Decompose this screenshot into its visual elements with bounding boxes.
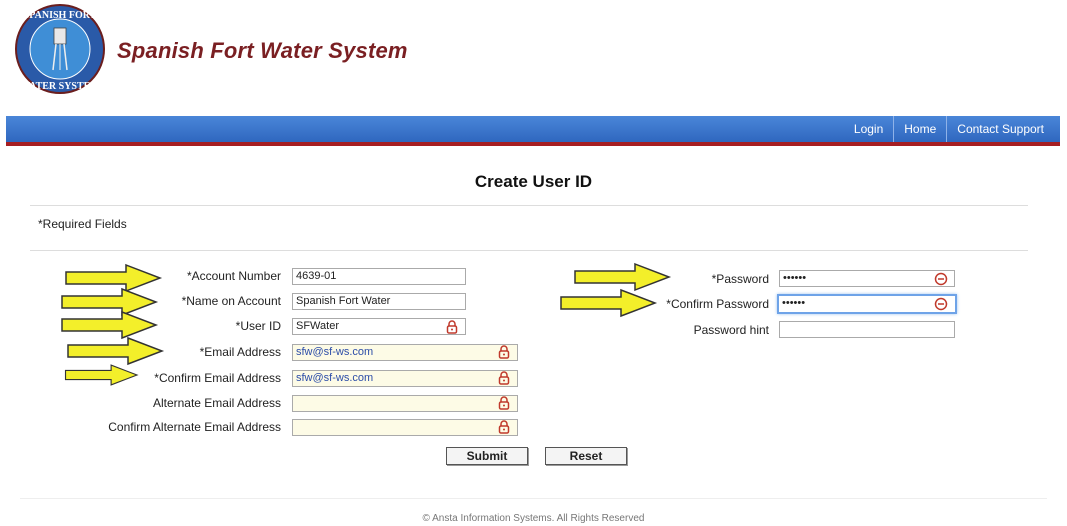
top-nav-bar: Login Home Contact Support: [6, 116, 1060, 146]
password-label: *Password: [711, 272, 769, 286]
name-on-account-label: *Name on Account: [181, 294, 281, 308]
account-number-label: *Account Number: [186, 269, 281, 283]
spanish-fort-logo: SPANISH FORT WATER SYSTEM: [15, 4, 105, 94]
alternate-email-input[interactable]: [292, 395, 518, 412]
nav-login-link[interactable]: Login: [844, 116, 893, 142]
confirm-email-input[interactable]: sfw@sf-ws.com: [292, 370, 518, 387]
divider: [30, 250, 1028, 251]
nav-home-link[interactable]: Home: [893, 116, 946, 142]
footer-copyright: © Ansta Information Systems. All Rights …: [422, 513, 645, 524]
confirm-alternate-email-input[interactable]: [292, 419, 518, 436]
submit-button[interactable]: Submit: [446, 447, 528, 465]
confirm-email-label: *Confirm Email Address: [154, 371, 281, 385]
password-key-icon: [934, 272, 948, 286]
password-hint-input[interactable]: [779, 321, 955, 338]
lock-icon: [498, 396, 510, 410]
page-title: Create User ID: [474, 172, 593, 191]
user-id-input[interactable]: SFWater: [292, 318, 466, 335]
lock-icon: [498, 345, 510, 359]
name-on-account-input[interactable]: Spanish Fort Water: [292, 293, 466, 310]
footer-divider: [20, 498, 1047, 499]
lock-icon: [498, 420, 510, 434]
confirm-password-label: *Confirm Password: [666, 297, 769, 311]
site-title: Spanish Fort Water System: [117, 38, 408, 63]
logo-text-top: SPANISH FORT: [24, 10, 97, 21]
alternate-email-label: Alternate Email Address: [152, 396, 281, 410]
user-id-label: *User ID: [235, 319, 281, 333]
confirm-password-input[interactable]: ••••••: [777, 294, 957, 314]
lock-icon: [446, 320, 458, 334]
yellow-arrow-icon: [560, 288, 658, 318]
email-address-input[interactable]: sfw@sf-ws.com: [292, 344, 518, 361]
account-number-input[interactable]: 4639-01: [292, 268, 466, 285]
required-fields-note: *Required Fields: [38, 217, 127, 231]
logo-text-bottom: WATER SYSTEM: [20, 81, 100, 92]
email-address-label: *Email Address: [199, 345, 281, 359]
reset-button[interactable]: Reset: [545, 447, 627, 465]
confirm-alternate-email-label: Confirm Alternate Email Address: [108, 420, 281, 434]
divider: [30, 205, 1028, 206]
password-hint-label: Password hint: [693, 323, 769, 337]
password-key-icon: [934, 297, 948, 311]
lock-icon: [498, 371, 510, 385]
nav-contact-support-link[interactable]: Contact Support: [946, 116, 1054, 142]
yellow-arrow-icon: [64, 364, 139, 386]
password-input[interactable]: ••••••: [779, 270, 955, 287]
